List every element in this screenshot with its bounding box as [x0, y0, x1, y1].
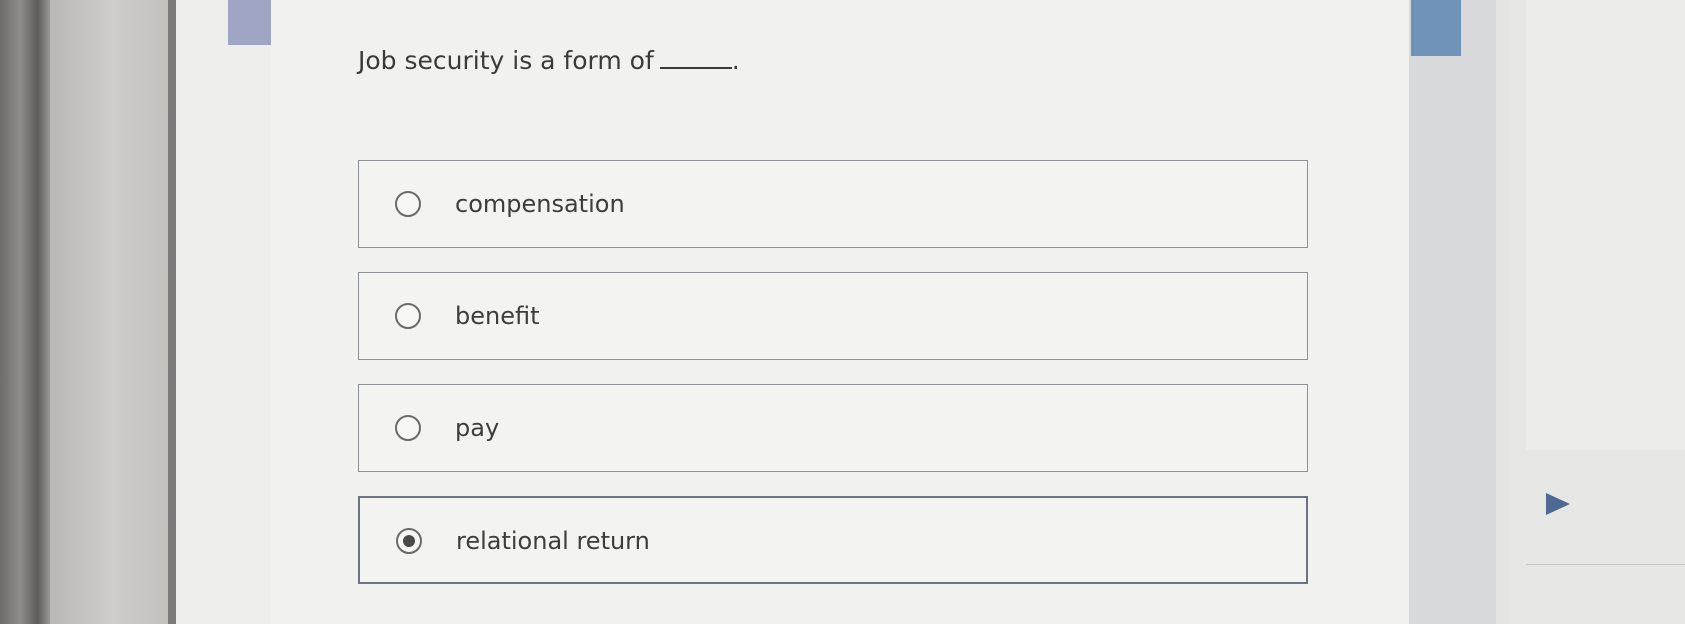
radio-selected-icon[interactable] — [396, 528, 422, 554]
answer-blank — [659, 47, 732, 69]
next-arrow-icon[interactable] — [1546, 493, 1570, 515]
radio-dot-icon — [403, 535, 415, 547]
option-label: pay — [455, 414, 500, 442]
option-benefit[interactable]: benefit — [358, 272, 1308, 360]
monitor-edge — [168, 0, 176, 624]
option-relational-return[interactable]: relational return — [358, 496, 1308, 584]
option-compensation[interactable]: compensation — [358, 160, 1308, 248]
right-accent-bar — [1411, 0, 1461, 56]
monitor-bezel — [0, 0, 50, 624]
monitor-frame — [50, 0, 175, 624]
question-text: Job security is a form of. — [358, 46, 740, 75]
radio-icon[interactable] — [395, 415, 421, 441]
radio-icon[interactable] — [395, 303, 421, 329]
left-accent-bar — [228, 0, 271, 45]
question-stem: Job security is a form of — [358, 46, 654, 75]
question-suffix: . — [731, 46, 740, 75]
radio-icon[interactable] — [395, 191, 421, 217]
option-label: benefit — [455, 302, 540, 330]
option-label: compensation — [455, 190, 625, 218]
right-gutter — [1496, 0, 1510, 624]
left-margin — [176, 0, 271, 624]
side-panel-card — [1526, 0, 1685, 450]
right-panel — [1409, 0, 1509, 624]
option-label: relational return — [456, 527, 650, 555]
option-pay[interactable]: pay — [358, 384, 1308, 472]
side-panel-divider — [1526, 564, 1685, 565]
